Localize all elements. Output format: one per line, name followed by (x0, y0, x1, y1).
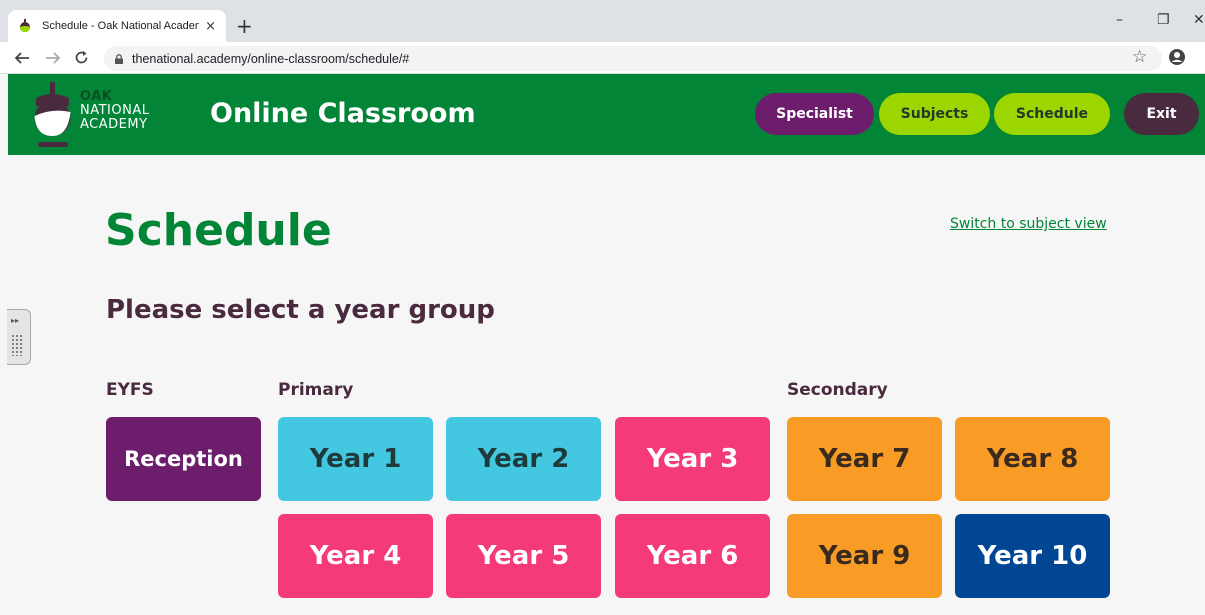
year-button-10[interactable]: Year 10 (955, 514, 1110, 598)
tab-close-icon[interactable]: × (205, 19, 216, 34)
year-button-7[interactable]: Year 7 (787, 417, 942, 501)
forward-icon[interactable] (45, 51, 61, 65)
tab-title: Schedule - Oak National Academ (42, 20, 200, 32)
lock-icon (115, 53, 123, 64)
year-button-2[interactable]: Year 2 (446, 417, 601, 501)
year-button-8[interactable]: Year 8 (955, 417, 1110, 501)
year-button-9[interactable]: Year 9 (787, 514, 942, 598)
minimize-icon[interactable]: – (1116, 12, 1123, 28)
grip-dots-icon (11, 334, 23, 356)
back-icon[interactable] (14, 51, 30, 65)
logo-text: OAK NATIONAL ACADEMY (80, 90, 149, 132)
side-panel-handle[interactable]: ▸▸ (7, 309, 31, 365)
year-group-prompt: Please select a year group (106, 295, 495, 325)
schedule-button[interactable]: Schedule (994, 93, 1110, 135)
logo-line-oak: OAK (80, 89, 113, 104)
exit-button[interactable]: Exit (1124, 93, 1199, 135)
site-header: OAK NATIONAL ACADEMY Online Classroom Sp… (8, 74, 1205, 155)
bookmark-star-icon[interactable]: ☆ (1132, 47, 1147, 67)
specialist-button[interactable]: Specialist (755, 93, 874, 135)
close-window-icon[interactable]: ✕ (1193, 12, 1205, 28)
restore-icon[interactable]: ❐ (1157, 12, 1170, 28)
new-tab-icon[interactable]: + (236, 14, 253, 38)
oak-acorn-logo-icon[interactable] (30, 82, 75, 148)
url-text: thenational.academy/online-classroom/sch… (132, 51, 410, 66)
logo-line-academy: ACADEMY (80, 117, 148, 132)
address-bar-row: thenational.academy/online-classroom/sch… (0, 42, 1205, 74)
browser-tab-strip: Schedule - Oak National Academ × + – ❐ ✕ (0, 0, 1205, 42)
reload-icon[interactable] (74, 50, 89, 65)
acorn-favicon-icon (20, 19, 30, 32)
switch-to-subject-view-link[interactable]: Switch to subject view (950, 216, 1107, 232)
year-button-5[interactable]: Year 5 (446, 514, 601, 598)
year-button-1[interactable]: Year 1 (278, 417, 433, 501)
subjects-button[interactable]: Subjects (879, 93, 990, 135)
year-button-3[interactable]: Year 3 (615, 417, 770, 501)
browser-tab[interactable]: Schedule - Oak National Academ × (8, 10, 226, 42)
page-title: Schedule (105, 205, 332, 256)
url-bar[interactable]: thenational.academy/online-classroom/sch… (104, 46, 1162, 71)
brand-title[interactable]: Online Classroom (210, 98, 476, 129)
group-label-eyfs: EYFS (106, 380, 154, 400)
logo-line-national: NATIONAL (80, 103, 150, 118)
year-button-4[interactable]: Year 4 (278, 514, 433, 598)
expand-arrows-icon: ▸▸ (11, 316, 20, 325)
group-label-secondary: Secondary (787, 380, 888, 400)
year-button-reception[interactable]: Reception (106, 417, 261, 501)
profile-icon[interactable] (1168, 48, 1186, 66)
year-button-6[interactable]: Year 6 (615, 514, 770, 598)
group-label-primary: Primary (278, 380, 354, 400)
